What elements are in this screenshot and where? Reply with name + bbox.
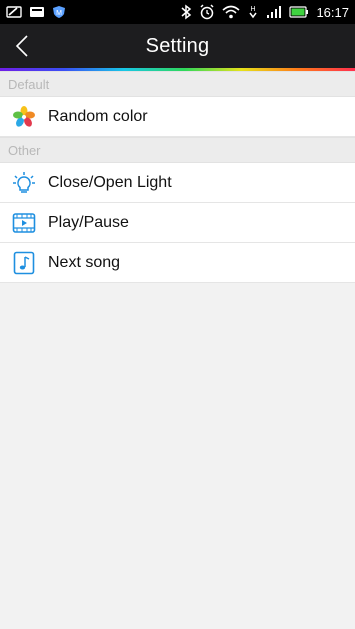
play-icon bbox=[12, 211, 36, 235]
wifi-icon bbox=[222, 5, 240, 19]
status-bar-left: M bbox=[6, 5, 66, 19]
svg-text:H: H bbox=[251, 6, 256, 13]
screen-icon bbox=[29, 5, 45, 19]
svg-text:M: M bbox=[56, 10, 62, 17]
status-time: 16:17 bbox=[316, 4, 349, 20]
section-header-other: Other bbox=[0, 137, 355, 163]
music-note-icon bbox=[12, 251, 36, 275]
section-header-default: Default bbox=[0, 71, 355, 97]
setting-item-label: Random color bbox=[48, 107, 148, 125]
flower-icon bbox=[12, 105, 36, 129]
chevron-left-icon bbox=[15, 35, 28, 57]
section-other-list: Close/Open Light Play/Pause Next song bbox=[0, 163, 355, 283]
app-header: Setting bbox=[0, 24, 355, 68]
back-button[interactable] bbox=[8, 32, 36, 60]
shield-icon: M bbox=[52, 5, 66, 19]
alarm-icon bbox=[199, 4, 215, 20]
page-title: Setting bbox=[145, 34, 210, 57]
setting-item-play-pause[interactable]: Play/Pause bbox=[0, 203, 355, 243]
setting-item-label: Close/Open Light bbox=[48, 173, 172, 191]
signal-icon bbox=[266, 5, 282, 19]
section-default-list: Random color bbox=[0, 97, 355, 137]
status-bar: M H 16:17 bbox=[0, 0, 355, 24]
setting-item-random-color[interactable]: Random color bbox=[0, 97, 355, 137]
setting-item-label: Play/Pause bbox=[48, 213, 129, 231]
bulb-icon bbox=[12, 171, 36, 195]
setting-item-close-open-light[interactable]: Close/Open Light bbox=[0, 163, 355, 203]
h-icon: H bbox=[247, 4, 259, 20]
battery-icon bbox=[289, 6, 309, 18]
edit-icon bbox=[6, 5, 22, 19]
bluetooth-icon bbox=[180, 4, 192, 20]
setting-item-label: Next song bbox=[48, 253, 121, 271]
status-bar-right: H 16:17 bbox=[180, 4, 349, 20]
setting-item-next-song[interactable]: Next song bbox=[0, 243, 355, 283]
